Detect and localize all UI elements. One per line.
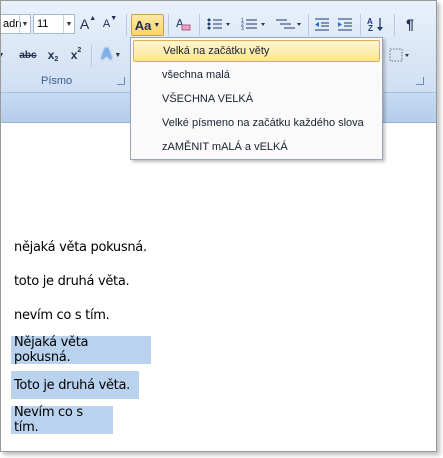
chevron-down-icon: ▼	[114, 51, 122, 59]
multilevel-list-button[interactable]	[273, 13, 305, 35]
clear-formatting-button[interactable]: A	[172, 13, 194, 35]
chevron-down-icon[interactable]: ▼	[63, 15, 74, 33]
menu-item-sentence-case[interactable]: Velká na začátku věty	[133, 40, 380, 62]
separator	[168, 14, 169, 36]
pilcrow-icon: ¶	[406, 16, 414, 32]
separator	[126, 14, 127, 36]
increase-indent-button[interactable]	[335, 13, 355, 35]
borders-button[interactable]	[387, 44, 413, 66]
text-effects-button[interactable]: A ▼	[96, 44, 126, 66]
superscript-icon: x	[70, 48, 78, 62]
svg-text:3: 3	[241, 26, 244, 31]
down-arrow-icon: ▼	[110, 14, 118, 22]
menu-item-toggle-case[interactable]: zAMĚNIT mALÁ a vELKÁ	[133, 136, 380, 158]
subscript-icon: x	[47, 48, 55, 62]
menu-item-label: VŠECHNA VELKÁ	[162, 93, 254, 105]
document-area[interactable]: nějaká věta pokusná. toto je druhá věta.…	[1, 124, 436, 451]
underline-dropdown[interactable]: ▼	[1, 44, 7, 66]
font-name-box[interactable]: adn ▼	[1, 14, 31, 34]
selected-document-line[interactable]: Nevím co s tím.	[11, 405, 113, 435]
chevron-down-icon[interactable]: ▼	[19, 15, 30, 33]
increase-indent-icon	[338, 18, 352, 31]
menu-item-label: Velká na začátku věty	[163, 45, 270, 57]
grow-font-icon: A	[79, 16, 90, 32]
strikethrough-icon: abc	[19, 49, 37, 61]
clear-formatting-icon: A	[176, 17, 191, 31]
borders-icon	[389, 48, 409, 62]
paragraph-dialog-launcher-icon[interactable]	[416, 77, 424, 85]
grow-font-button[interactable]: A ▲	[79, 13, 97, 35]
up-arrow-icon: ▲	[89, 14, 97, 22]
multilevel-list-icon	[276, 19, 301, 29]
subscript-mark: 2	[54, 55, 59, 63]
separator	[394, 14, 395, 36]
numbering-button[interactable]: 123	[239, 13, 269, 35]
change-case-button[interactable]: Aa ▼	[131, 14, 164, 36]
show-marks-button[interactable]: ¶	[400, 13, 420, 35]
menu-item-uppercase[interactable]: VŠECHNA VELKÁ	[133, 88, 380, 110]
selected-document-line[interactable]: Nějaká věta pokusná.	[11, 335, 151, 365]
document-line[interactable]: toto je druhá věta.	[11, 267, 132, 295]
document-line[interactable]: nějaká věta pokusná.	[11, 233, 150, 261]
separator	[308, 14, 309, 36]
document-line[interactable]: nevím co s tím.	[11, 301, 112, 329]
shrink-font-button[interactable]: A ▼	[101, 13, 119, 35]
word-window: adn ▼ 11 ▼ A ▲ A ▼ Aa ▼ A 1 2 3 A Z ¶ ab…	[0, 0, 437, 452]
menu-item-label: všechna malá	[162, 69, 230, 81]
bullets-button[interactable]	[204, 13, 234, 35]
separator	[91, 45, 92, 67]
font-size-value: 11	[37, 18, 49, 30]
bullets-icon	[207, 18, 230, 30]
font-group-label: Písmo	[41, 75, 73, 87]
superscript-mark: 2	[77, 46, 82, 54]
decrease-indent-icon	[315, 18, 329, 31]
menu-item-label: zAMĚNIT mALÁ a vELKÁ	[162, 141, 288, 153]
chevron-down-icon: ▼	[153, 21, 161, 29]
shrink-font-icon: A	[102, 18, 111, 30]
separator	[360, 14, 361, 36]
subscript-button[interactable]: x2	[43, 44, 63, 66]
selected-document-line[interactable]: Toto je druhá věta.	[11, 371, 139, 399]
sort-button[interactable]: A Z	[364, 13, 388, 35]
text-effects-icon: A	[100, 46, 113, 63]
separator	[199, 14, 200, 36]
svg-text:Z: Z	[368, 24, 373, 32]
change-case-menu: Velká na začátku věty všechna malá VŠECH…	[130, 37, 383, 160]
numbering-icon: 123	[241, 18, 265, 31]
sort-icon: A Z	[367, 17, 383, 32]
chevron-down-icon: ▼	[1, 52, 4, 59]
menu-item-lowercase[interactable]: všechna malá	[133, 64, 380, 86]
change-case-label: Aa	[134, 17, 152, 33]
font-size-box[interactable]: 11 ▼	[33, 14, 75, 34]
font-dialog-launcher-icon[interactable]	[117, 77, 125, 85]
strikethrough-button[interactable]: abc	[15, 44, 41, 66]
menu-item-capitalize-each-word[interactable]: Velké písmeno na začátku každého slova	[133, 112, 380, 134]
decrease-indent-button[interactable]	[312, 13, 332, 35]
menu-item-label: Velké písmeno na začátku každého slova	[162, 117, 364, 129]
superscript-button[interactable]: x2	[66, 44, 86, 66]
